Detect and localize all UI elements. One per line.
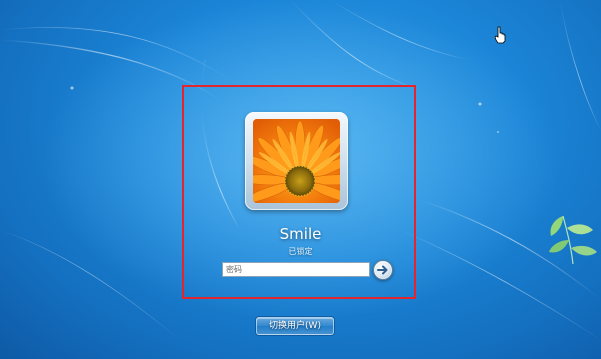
password-input[interactable] (222, 262, 370, 277)
switch-user-button[interactable]: 切换用户(W) (256, 317, 334, 335)
username-label: Smile (279, 225, 322, 243)
submit-password-button[interactable] (373, 260, 393, 280)
orange-flower-avatar-icon (253, 119, 340, 203)
locked-status-label: 已锁定 (288, 247, 313, 256)
user-avatar-frame (245, 112, 348, 210)
mouse-hand-cursor-icon (494, 26, 506, 44)
user-avatar-image (253, 119, 340, 203)
arrow-right-icon (377, 265, 388, 275)
